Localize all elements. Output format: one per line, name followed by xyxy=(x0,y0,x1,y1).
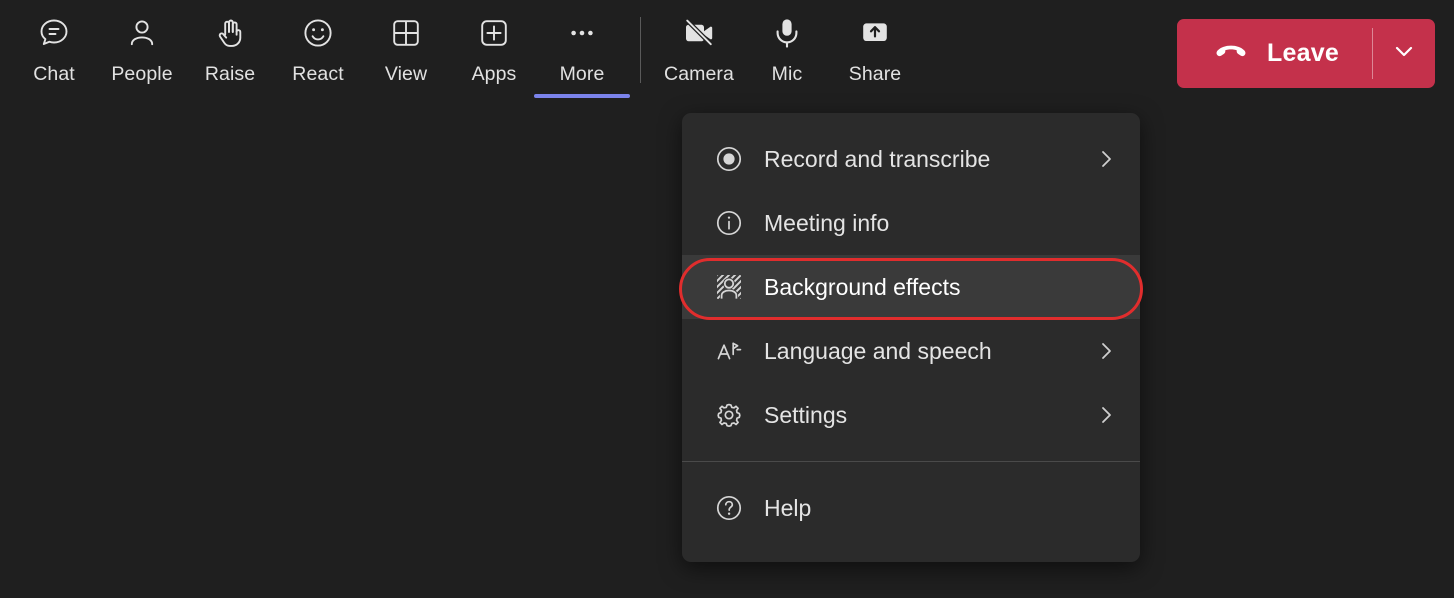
share-screen-icon xyxy=(856,14,894,52)
ellipsis-more-icon xyxy=(563,14,601,52)
people-icon xyxy=(123,14,161,52)
toolbar-item-label: Apps xyxy=(472,63,517,85)
info-circle-icon xyxy=(712,206,746,240)
toolbar-item-label: Mic xyxy=(772,63,803,85)
chevron-placeholder xyxy=(1094,275,1118,299)
smiley-react-icon xyxy=(299,14,337,52)
toolbar-item-people[interactable]: People xyxy=(98,0,186,104)
microphone-icon xyxy=(768,14,806,52)
toolbar-item-chat[interactable]: Chat xyxy=(10,0,98,104)
menu-item-record-and-transcribe[interactable]: Record and transcribe xyxy=(682,127,1140,191)
toolbar-item-label: Chat xyxy=(33,63,75,85)
menu-item-label: Settings xyxy=(764,402,1094,428)
language-translate-icon xyxy=(712,334,746,368)
toolbar-divider xyxy=(640,17,641,83)
more-options-menu: Record and transcribe Meeting info xyxy=(682,113,1140,562)
chevron-right-icon xyxy=(1094,403,1118,427)
toolbar-item-share[interactable]: Share xyxy=(831,0,919,104)
toolbar-item-apps[interactable]: Apps xyxy=(450,0,538,104)
chevron-right-icon xyxy=(1094,147,1118,171)
record-circle-icon xyxy=(712,142,746,176)
menu-item-label: Meeting info xyxy=(764,210,1094,236)
menu-item-language-and-speech[interactable]: Language and speech xyxy=(682,319,1140,383)
toolbar-item-label: React xyxy=(292,63,343,85)
toolbar-primary-group: Chat People Raise xyxy=(10,0,626,104)
leave-button-group: Leave xyxy=(1177,19,1435,88)
menu-item-label: Help xyxy=(764,495,1094,521)
hangup-phone-icon xyxy=(1211,31,1251,76)
toolbar-device-group: Camera Mic Share xyxy=(655,0,919,104)
leave-button-label: Leave xyxy=(1267,39,1339,68)
menu-item-label: Language and speech xyxy=(764,338,1094,364)
toolbar-item-camera[interactable]: Camera xyxy=(655,0,743,104)
chevron-right-icon xyxy=(1094,339,1118,363)
toolbar-item-label: View xyxy=(385,63,427,85)
chevron-down-icon xyxy=(1391,38,1417,69)
menu-item-settings[interactable]: Settings xyxy=(682,383,1140,447)
menu-item-label: Record and transcribe xyxy=(764,146,1094,172)
menu-separator xyxy=(682,461,1140,462)
raise-hand-icon xyxy=(211,14,249,52)
toolbar-item-react[interactable]: React xyxy=(274,0,362,104)
toolbar-item-more[interactable]: More xyxy=(538,0,626,104)
toolbar-item-label: Camera xyxy=(664,63,734,85)
toolbar-item-mic[interactable]: Mic xyxy=(743,0,831,104)
menu-item-label: Background effects xyxy=(764,274,1094,300)
toolbar-item-label: Raise xyxy=(205,63,255,85)
toolbar-item-view[interactable]: View xyxy=(362,0,450,104)
apps-plus-icon xyxy=(475,14,513,52)
gear-icon xyxy=(712,398,746,432)
help-circle-icon xyxy=(712,491,746,525)
menu-item-help[interactable]: Help xyxy=(682,476,1140,540)
menu-item-background-effects[interactable]: Background effects xyxy=(682,255,1140,319)
chat-icon xyxy=(35,14,73,52)
grid-view-icon xyxy=(387,14,425,52)
background-effects-icon xyxy=(712,270,746,304)
toolbar-item-label: Share xyxy=(849,63,902,85)
camera-off-icon xyxy=(680,14,718,52)
leave-options-button[interactable] xyxy=(1373,19,1435,88)
chevron-placeholder xyxy=(1094,211,1118,235)
active-tab-indicator xyxy=(534,94,630,98)
menu-item-meeting-info[interactable]: Meeting info xyxy=(682,191,1140,255)
toolbar-item-raise[interactable]: Raise xyxy=(186,0,274,104)
toolbar-item-label: People xyxy=(111,63,172,85)
chevron-placeholder xyxy=(1094,496,1118,520)
leave-button[interactable]: Leave xyxy=(1177,19,1373,88)
toolbar-item-label: More xyxy=(560,63,605,85)
